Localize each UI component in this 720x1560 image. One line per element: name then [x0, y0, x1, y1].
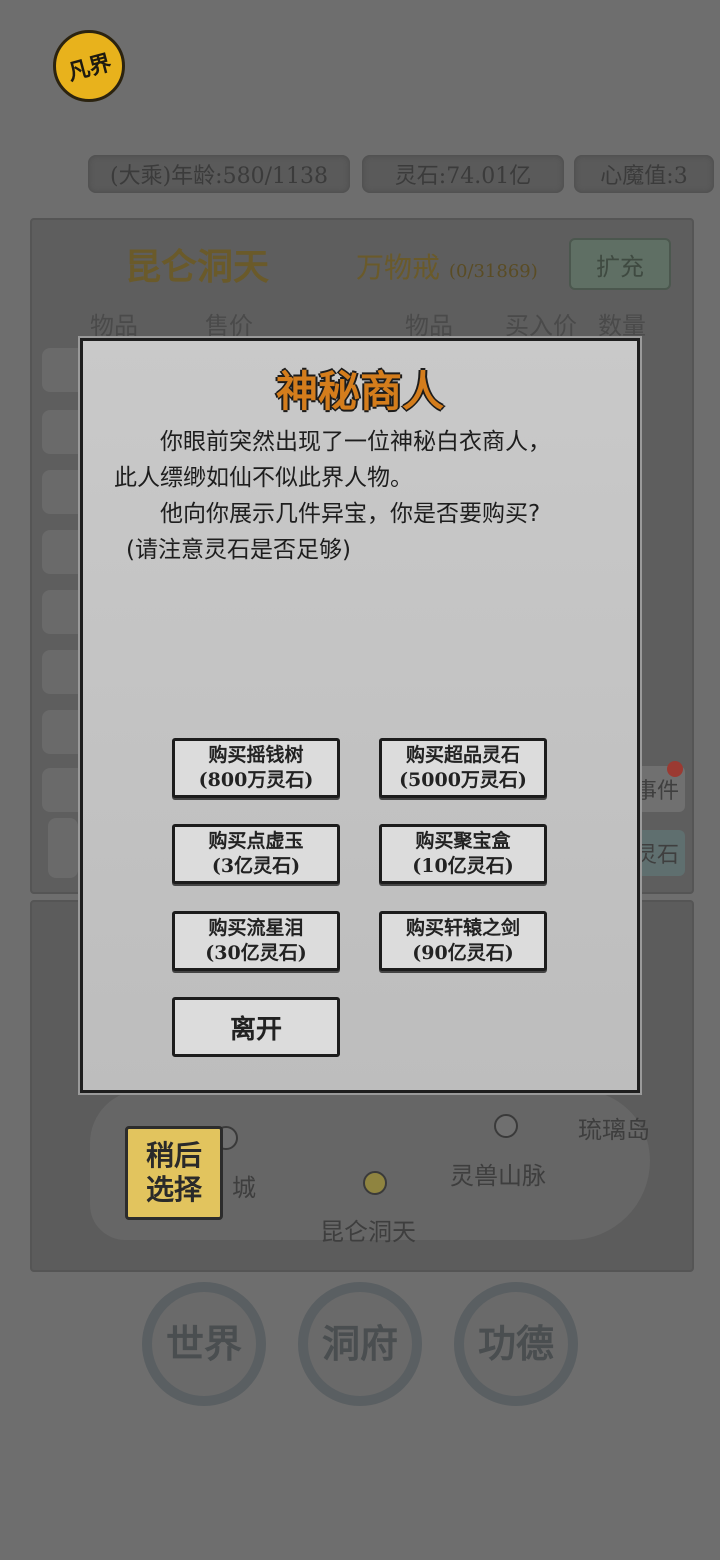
option-price: (10亿灵石)	[412, 855, 514, 877]
notification-dot	[667, 761, 683, 777]
option-name: 购买轩辕之剑	[405, 917, 520, 939]
ring-title: 万物戒 (0/31869)	[356, 246, 538, 286]
location-title: 昆仑洞天	[125, 246, 270, 288]
option-name: 购买超品灵石	[405, 744, 520, 766]
buy-treasure-box-button[interactable]: 购买聚宝盒 (10亿灵石)	[379, 824, 547, 884]
dialog-line-4: (请注意灵石是否足够)	[126, 537, 351, 563]
map-label-liuli-island: 琉璃岛	[578, 1116, 650, 1144]
option-price: (5000万灵石)	[399, 769, 527, 791]
dialog-line-1: 你眼前突然出现了一位神秘白衣商人，	[160, 429, 551, 455]
option-price: (800万灵石)	[198, 769, 314, 791]
age-label: (大乘)年龄:580/1138	[110, 164, 328, 189]
map-label-lingshou-mountains: 灵兽山脉	[450, 1162, 546, 1190]
option-name: 购买聚宝盒	[415, 830, 511, 852]
left-col-item: 物品	[90, 312, 138, 340]
option-price: (3亿灵石)	[211, 855, 301, 877]
dialog-title: 神秘商人	[275, 367, 444, 416]
ring-capacity: (0/31869)	[448, 261, 538, 282]
heart-demon-label: 心魔值:3	[600, 164, 688, 189]
heart-demon-pill: 心魔值:3	[574, 155, 714, 193]
nav-merit-label: 功德	[477, 1321, 554, 1366]
option-name: 购买摇钱树	[208, 744, 304, 766]
option-name: 购买流星泪	[208, 917, 304, 939]
buy-xuanyuan-sword-button[interactable]: 购买轩辕之剑 (90亿灵石)	[379, 911, 547, 971]
character-portrait	[48, 818, 78, 878]
choose-later-label: 稍后选择	[145, 1139, 202, 1206]
ring-title-text: 万物戒	[356, 251, 441, 284]
right-col-item: 物品	[405, 312, 453, 340]
spirit-stone-pill: 灵石:74.01亿	[362, 155, 564, 193]
left-col-price: 售价	[205, 312, 253, 340]
dialog-line-3: 他向你展示几件异宝，你是否要购买?	[160, 501, 541, 527]
buy-meteor-tear-button[interactable]: 购买流星泪 (30亿灵石)	[172, 911, 340, 971]
right-col-quantity: 数量	[598, 312, 646, 340]
nav-merit-button[interactable]: 功德	[454, 1282, 578, 1406]
buy-money-tree-button[interactable]: 购买摇钱树 (800万灵石)	[172, 738, 340, 798]
map-node-current[interactable]	[363, 1171, 387, 1195]
map-label-city: 城	[232, 1174, 256, 1202]
game-logo[interactable]: 凡界	[53, 30, 125, 102]
option-name: 购买点虚玉	[208, 830, 304, 852]
spirit-stone-label: 灵石:74.01亿	[394, 164, 532, 189]
map-label-kunlun: 昆仑洞天	[320, 1218, 416, 1246]
nav-world-button[interactable]: 世界	[142, 1282, 266, 1406]
leave-button[interactable]: 离开	[172, 997, 340, 1057]
dialog-line-2: 此人缥缈如仙不似此界人物。	[114, 465, 413, 491]
age-pill: (大乘)年龄:580/1138	[88, 155, 350, 193]
choose-later-button[interactable]: 稍后选择	[125, 1126, 223, 1220]
option-price: (30亿灵石)	[205, 942, 307, 964]
right-col-buy-price: 买入价	[505, 312, 577, 340]
nav-cave-label: 洞府	[321, 1321, 398, 1366]
nav-world-label: 世界	[165, 1321, 242, 1366]
dialog-message: 你眼前突然出现了一位神秘白衣商人， 此人缥缈如仙不似此界人物。 他向你展示几件异…	[114, 424, 604, 568]
buy-premium-spirit-stone-button[interactable]: 购买超品灵石 (5000万灵石)	[379, 738, 547, 798]
expand-button[interactable]: 扩充	[569, 238, 671, 290]
buy-dianxu-jade-button[interactable]: 购买点虚玉 (3亿灵石)	[172, 824, 340, 884]
option-price: (90亿灵石)	[412, 942, 514, 964]
nav-cave-button[interactable]: 洞府	[298, 1282, 422, 1406]
map-node[interactable]	[494, 1114, 518, 1138]
logo-text: 凡界	[64, 49, 115, 87]
